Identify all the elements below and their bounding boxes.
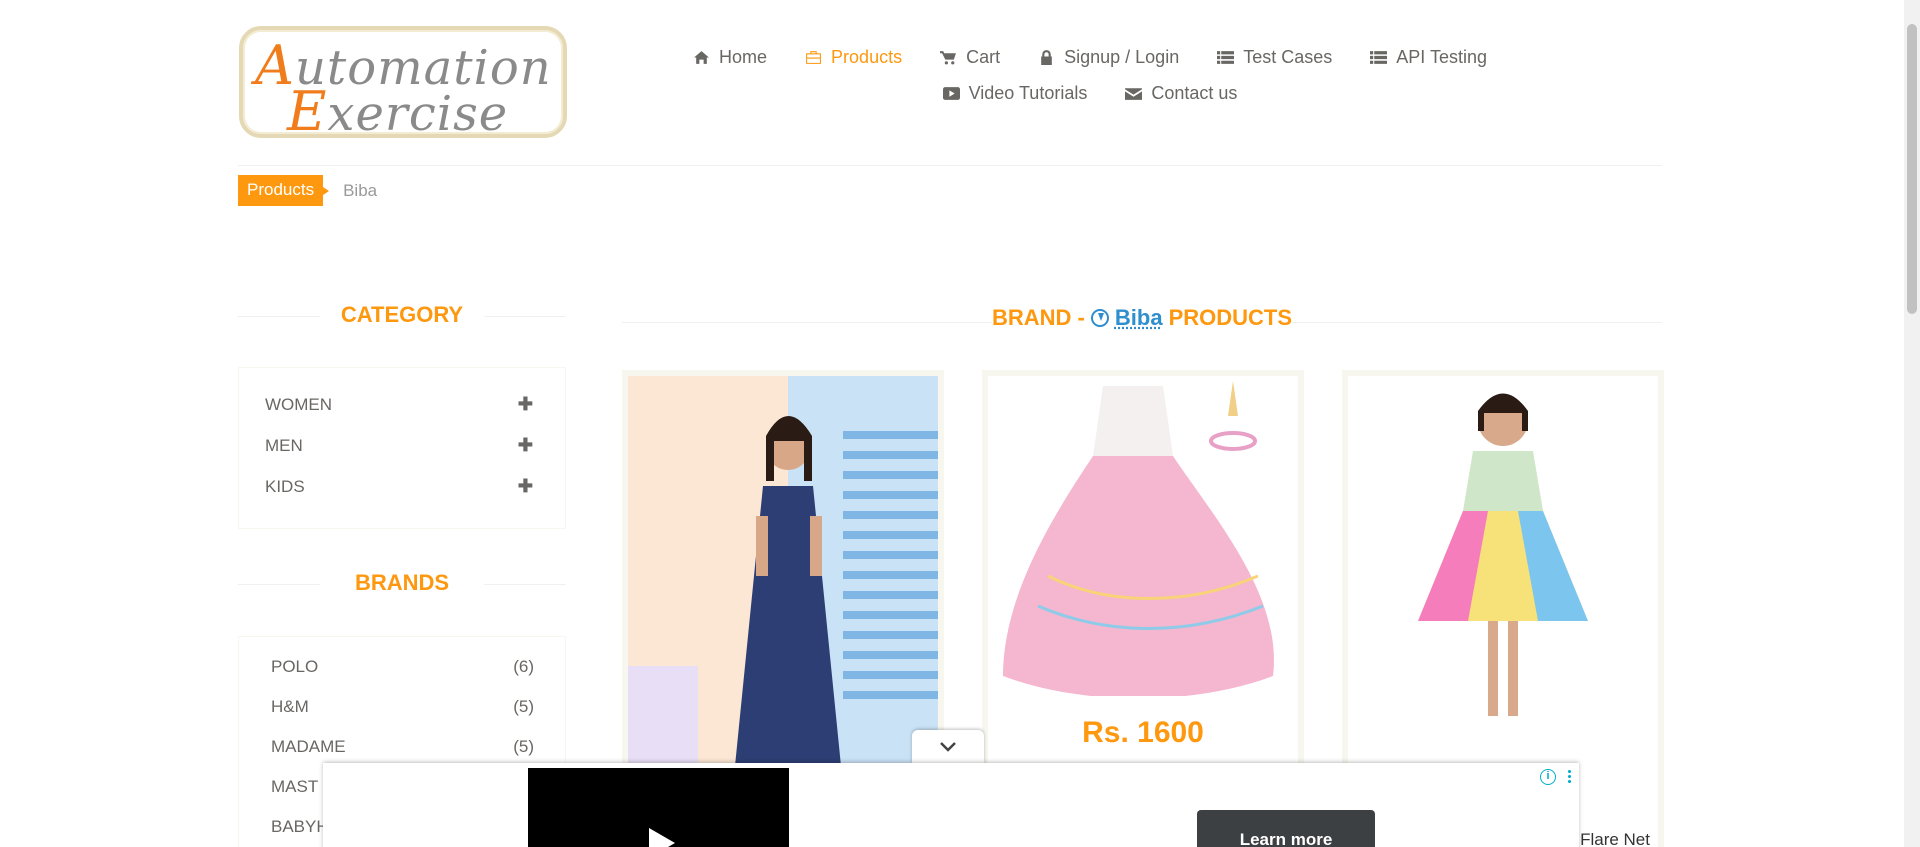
scrollbar-thumb[interactable]: [1907, 24, 1917, 314]
nav-home[interactable]: Home: [693, 47, 767, 68]
nav-signup-login[interactable]: Signup / Login: [1038, 47, 1179, 68]
youtube-icon: [942, 86, 960, 100]
product-name: Flare Net: [1580, 830, 1650, 847]
brand-products-heading: BRAND - Biba PRODUCTS: [622, 305, 1662, 335]
product-image: [628, 376, 938, 766]
breadcrumb-products-link[interactable]: Products: [238, 175, 330, 206]
envelope-icon: [1125, 87, 1143, 100]
ad-info-icon[interactable]: i: [1540, 769, 1556, 785]
plus-icon[interactable]: ✚: [518, 476, 533, 497]
nav-api-testing[interactable]: API Testing: [1370, 47, 1487, 68]
chevron-down-icon: [940, 742, 956, 752]
home-icon: [694, 50, 709, 64]
site-logo[interactable]: Automation Exercise: [239, 26, 567, 143]
logo-line2: Exercise: [287, 80, 509, 143]
brand-madame[interactable]: MADAME (5): [239, 727, 565, 767]
brands-heading: BRANDS: [238, 570, 566, 598]
ad-banner[interactable]: Learn more i: [323, 763, 1579, 847]
nav-video-tutorials[interactable]: Video Tutorials: [942, 83, 1087, 104]
list-icon: [1370, 50, 1388, 64]
plus-icon[interactable]: ✚: [518, 394, 533, 415]
lock-icon: [1041, 49, 1052, 65]
briefcase-icon: [806, 50, 821, 64]
list-icon: [1217, 50, 1235, 64]
nav-products[interactable]: Products: [805, 47, 902, 68]
category-panel: WOMEN ✚ MEN ✚ KIDS ✚: [238, 367, 566, 529]
nav-test-cases[interactable]: Test Cases: [1217, 47, 1332, 68]
product-image: [988, 376, 1298, 696]
product-image: [1348, 376, 1658, 756]
header-divider: [238, 165, 1662, 166]
main-nav: Home Products Cart Signup / Login Test C…: [694, 38, 1487, 112]
ad-video[interactable]: [528, 768, 789, 847]
product-price: Rs. 1600: [1082, 716, 1204, 749]
category-heading: CATEGORY: [238, 302, 566, 330]
page-scrollbar[interactable]: [1904, 0, 1920, 847]
plus-icon[interactable]: ✚: [518, 435, 533, 456]
ad-learn-more-button[interactable]: Learn more: [1197, 810, 1375, 847]
category-men[interactable]: MEN ✚: [239, 425, 565, 466]
ad-collapse-toggle[interactable]: [912, 730, 984, 764]
category-women[interactable]: WOMEN ✚: [239, 384, 565, 425]
breadcrumb: Products Biba: [238, 175, 377, 206]
cart-icon: [940, 50, 957, 64]
nav-contact-us[interactable]: Contact us: [1125, 83, 1237, 104]
category-kids[interactable]: KIDS ✚: [239, 466, 565, 507]
brand-hm[interactable]: H&M (5): [239, 687, 565, 727]
nav-cart[interactable]: Cart: [940, 47, 1000, 68]
lightning-icon: [1090, 309, 1109, 327]
play-icon[interactable]: [649, 828, 675, 847]
brand-polo[interactable]: POLO (6): [239, 647, 565, 687]
ad-more-icon[interactable]: [1568, 769, 1571, 783]
brand-link[interactable]: Biba: [1115, 305, 1163, 331]
breadcrumb-current: Biba: [343, 180, 378, 200]
